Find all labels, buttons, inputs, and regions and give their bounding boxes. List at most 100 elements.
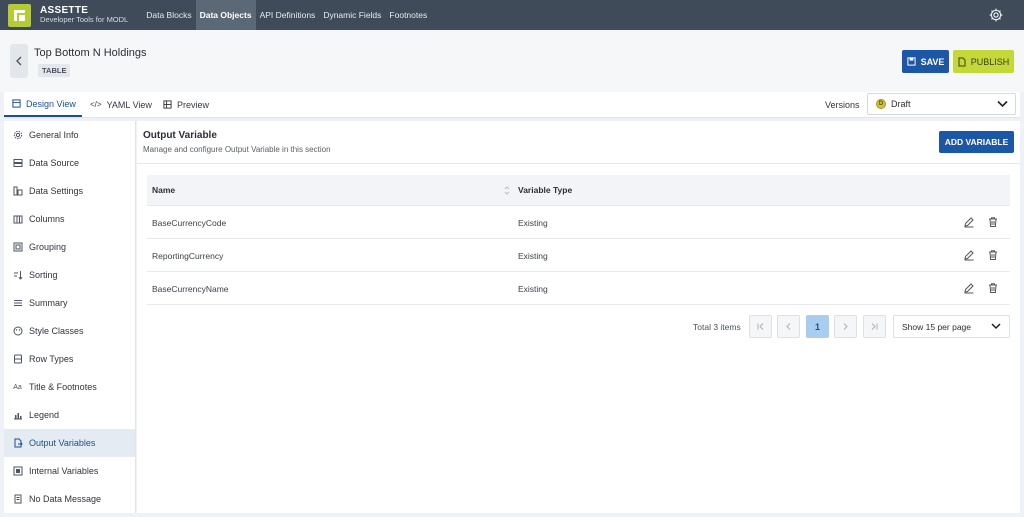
sidebar-item-label: No Data Message [29,494,102,504]
tab-design-label: Design View [26,98,76,109]
message-icon [12,494,23,505]
main-panel: Output Variable Manage and configure Out… [137,121,1020,513]
config-sidebar: General Info Data Source Data Settings C… [4,121,136,513]
first-page-icon [757,323,764,330]
delete-icon[interactable] [987,249,999,261]
settings-gear-icon[interactable] [988,7,1004,23]
sidebar-item-no-data-message[interactable]: No Data Message [4,485,135,513]
gear-icon [12,130,23,141]
edit-icon[interactable] [963,216,975,228]
sidebar-item-internal-variables[interactable]: Internal Variables [4,457,135,485]
object-type-badge: TABLE [38,64,71,77]
sidebar-item-data-settings[interactable]: Data Settings [4,177,135,205]
variable-name: BaseCurrencyCode [152,218,227,228]
main-nav: Data Blocks Data Objects API Definitions… [142,0,431,30]
sidebar-item-grouping[interactable]: Grouping [4,233,135,261]
chevron-right-icon [843,323,848,330]
variable-type: Existing [518,251,548,261]
sidebar-item-legend[interactable]: Legend [4,401,135,429]
versions-selected: Draft [891,99,911,109]
column-header-name[interactable]: Name [152,185,175,195]
sidebar-item-row-types[interactable]: Row Types [4,345,135,373]
sidebar-item-label: Sorting [29,270,58,280]
assette-logo[interactable] [8,3,31,27]
sidebar-item-output-variables[interactable]: Output Variables [4,429,135,457]
column-header-variable-type[interactable]: Variable Type [518,185,572,195]
sidebar-item-data-source[interactable]: Data Source [4,149,135,177]
publish-label: PUBLISH [970,56,1010,67]
per-page-label: Show 15 per page [902,321,971,332]
chevron-down-icon [991,323,1001,330]
sidebar-item-label: Output Variables [29,438,96,448]
variable-type: Existing [518,218,548,228]
sidebar-item-title-footnotes[interactable]: Aa Title & Footnotes [4,373,135,401]
code-icon: </> [90,100,102,109]
prev-page-button[interactable] [777,315,800,338]
back-button[interactable] [10,44,28,78]
first-page-button[interactable] [749,315,772,338]
tab-yaml-view[interactable]: </> YAML View [90,92,152,117]
nav-footnotes[interactable]: Footnotes [385,0,431,30]
next-page-button[interactable] [834,315,857,338]
nav-data-blocks[interactable]: Data Blocks [142,0,195,30]
preview-icon [163,100,172,109]
nav-api-definitions[interactable]: API Definitions [256,0,320,30]
table-row: BaseCurrencyCode Existing [147,206,1010,239]
nav-data-objects[interactable]: Data Objects [195,0,256,30]
sidebar-item-style-classes[interactable]: Style Classes [4,317,135,345]
table-header: Name Variable Type [147,175,1010,206]
page-header: Top Bottom N Holdings TABLE SAVE PUBLISH [0,30,1024,92]
grouping-icon [12,242,23,253]
tab-design-view[interactable]: Design View [4,92,82,117]
tab-yaml-label: YAML View [106,99,152,110]
per-page-select[interactable]: Show 15 per page [893,315,1010,338]
sidebar-item-label: Grouping [29,242,67,252]
edit-icon[interactable] [963,282,975,294]
sidebar-item-label: General Info [29,130,79,140]
sidebar-item-label: Row Types [29,354,74,364]
save-label: SAVE [920,56,945,67]
last-page-button[interactable] [863,315,886,338]
publish-button[interactable]: PUBLISH [953,50,1014,73]
sidebar-item-label: Legend [29,410,60,420]
sort-icon [12,270,23,281]
add-variable-button[interactable]: ADD VARIABLE [939,131,1014,153]
sidebar-item-label: Data Source [29,158,80,168]
save-button[interactable]: SAVE [902,50,949,73]
output-variables-table: Name Variable Type BaseCurrencyCode Exis… [147,175,1010,305]
chevron-left-icon [16,56,22,66]
brand: ASSETTE Developer Tools for MODL [40,5,128,25]
chevron-left-icon [786,323,791,330]
sidebar-item-summary[interactable]: Summary [4,289,135,317]
sidebar-item-label: Style Classes [29,326,84,336]
divider [137,163,1020,164]
edit-icon[interactable] [963,249,975,261]
data-settings-icon [12,186,23,197]
delete-icon[interactable] [987,282,999,294]
nav-dynamic-fields[interactable]: Dynamic Fields [319,0,385,30]
database-icon [12,158,23,169]
variable-name: ReportingCurrency [152,251,224,261]
table-row: ReportingCurrency Existing [147,239,1010,272]
sidebar-item-columns[interactable]: Columns [4,205,135,233]
versions-select[interactable]: D Draft [867,93,1016,115]
page-title: Top Bottom N Holdings [34,47,147,59]
draft-status-icon: D [876,99,886,109]
section-subtitle: Manage and configure Output Variable in … [143,145,331,154]
save-icon [906,57,916,66]
page-1-button[interactable]: 1 [806,315,829,338]
delete-icon[interactable] [987,216,999,228]
sidebar-item-label: Title & Footnotes [29,382,97,392]
sidebar-item-label: Columns [29,214,65,224]
sidebar-item-sorting[interactable]: Sorting [4,261,135,289]
sidebar-item-label: Internal Variables [29,466,99,476]
table-row: BaseCurrencyName Existing [147,272,1010,305]
sort-icon[interactable] [504,186,510,195]
sidebar-item-label: Summary [29,298,68,308]
last-page-icon [871,323,878,330]
tab-preview[interactable]: Preview [163,92,209,117]
internal-variable-icon [12,466,23,477]
sidebar-item-label: Data Settings [29,186,84,196]
sidebar-item-general-info[interactable]: General Info [4,121,135,149]
palette-icon [12,326,23,337]
